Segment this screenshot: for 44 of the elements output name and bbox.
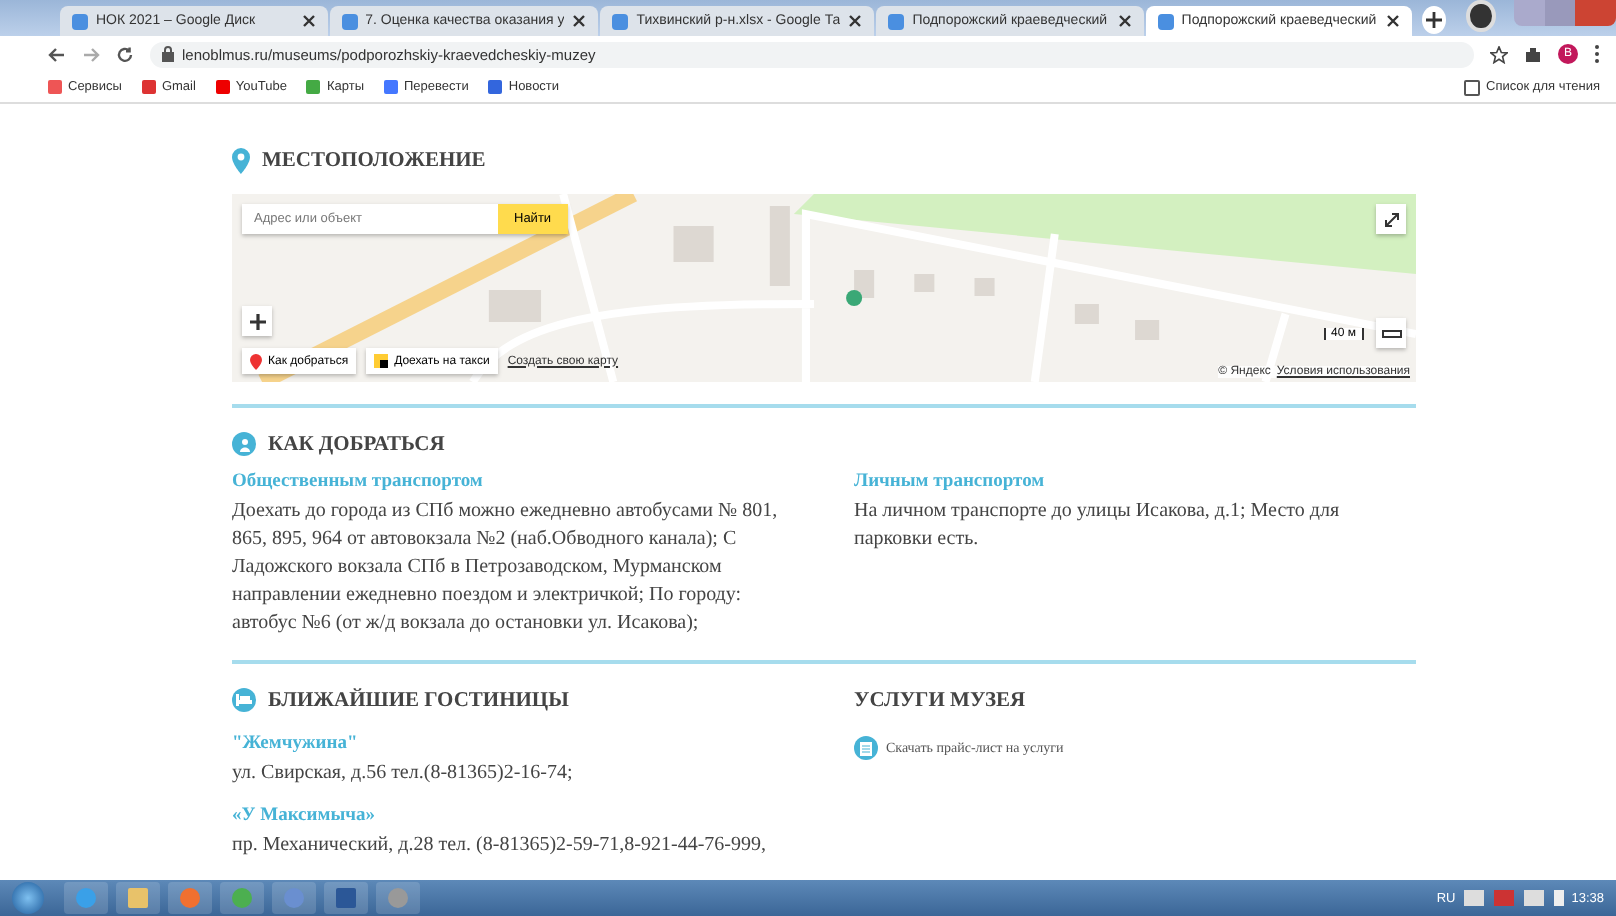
favicon-icon	[341, 13, 358, 29]
puzzle-icon[interactable]	[1524, 45, 1542, 63]
section-heading: КАК ДОБРАТЬСЯ	[268, 433, 445, 455]
expand-icon	[1383, 211, 1399, 227]
hotel-name: "Жемчужина"	[232, 734, 360, 754]
fullscreen-button[interactable]	[1376, 204, 1406, 234]
subheading: Личным транспортом	[854, 472, 1047, 492]
section-heading: УСЛУГИ МУЗЕЯ	[854, 689, 1026, 711]
tray-icons[interactable]	[1463, 890, 1564, 906]
taxi-icon	[374, 354, 389, 368]
zoom-in-button[interactable]	[242, 306, 272, 336]
favicon-icon	[612, 13, 629, 29]
star-icon[interactable]	[1490, 45, 1508, 63]
close-icon[interactable]	[572, 14, 587, 28]
close-icon[interactable]	[301, 14, 316, 28]
ruler-icon	[1381, 329, 1401, 337]
favicon-icon	[72, 13, 88, 29]
reload-icon[interactable]	[116, 45, 134, 63]
lock-icon	[162, 46, 174, 62]
record-icon[interactable]	[1466, 0, 1496, 32]
subheading: Общественным транспортом	[232, 472, 485, 492]
directions-text: На личном транспорте до улицы Исакова, д.1; Место для парковки есть.	[854, 498, 1342, 554]
back-icon[interactable]	[48, 45, 66, 63]
new-tab-button[interactable]	[1422, 6, 1447, 34]
map-pin-icon	[250, 353, 262, 369]
hotel-address: ул. Свирская, д.56 тел.(8-81365)2-16-74;	[232, 760, 575, 788]
ruler-button[interactable]	[1376, 318, 1406, 348]
close-icon[interactable]	[1117, 14, 1132, 28]
bed-icon	[232, 688, 256, 712]
map-pin-icon	[232, 147, 250, 173]
section-heading: БЛИЖАЙШИЕ ГОСТИНИЦЫ	[268, 689, 569, 711]
menu-icon[interactable]	[1594, 44, 1600, 64]
person-icon	[232, 432, 256, 456]
favicon-icon	[1157, 13, 1174, 29]
close-icon[interactable]	[848, 14, 863, 28]
hotel-name: «У Максимыча»	[232, 806, 377, 826]
hotel-address: пр. Механический, д.28 тел. (8-81365)2-59-71,8-921-44-76-999,	[232, 832, 769, 860]
close-icon[interactable]	[1386, 14, 1401, 28]
plus-icon	[249, 313, 265, 329]
document-icon	[854, 736, 878, 760]
section-heading: МЕСТОПОЛОЖЕНИЕ	[262, 149, 486, 171]
directions-text: Доехать до города из СПб можно ежедневно автобусами № 801, 865, 895, 964 от автовокзала №2 (наб.Обводного канала); С Ладожского вокзала СПб в Петрозаводском, Мурманском направлении ежедневно поездом и электричкой; По городу: автобус №6 (от ж/д вокзала до остановки ул. Исакова);	[232, 498, 780, 638]
favicon-icon	[888, 13, 905, 29]
start-button[interactable]	[12, 882, 44, 914]
